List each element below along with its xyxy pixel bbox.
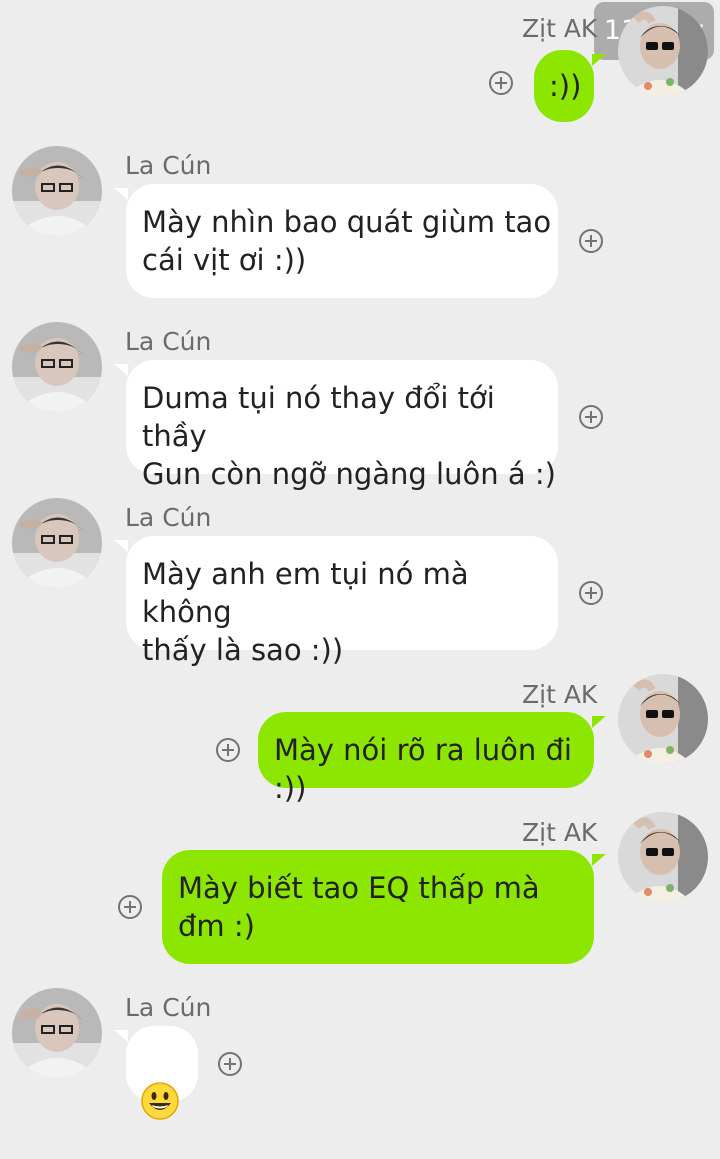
- plus-circle-icon[interactable]: [579, 229, 603, 253]
- sender-name: La Cún: [125, 503, 212, 532]
- plus-circle-icon[interactable]: [489, 71, 513, 95]
- avatar[interactable]: [12, 322, 102, 412]
- message-bubble[interactable]: Mày nói rõ ra luôn đi :)): [258, 712, 594, 805]
- sender-name: Zịt AK: [522, 680, 598, 709]
- bubble-tail: [114, 188, 128, 200]
- avatar[interactable]: [12, 146, 102, 236]
- avatar[interactable]: [12, 498, 102, 588]
- sender-name: Zịt AK: [522, 818, 598, 847]
- sender-name: La Cún: [125, 151, 212, 180]
- message-bubble[interactable]: :)): [534, 50, 594, 122]
- avatar[interactable]: [618, 812, 708, 902]
- plus-circle-icon[interactable]: [118, 895, 142, 919]
- message-bubble[interactable]: Mày anh em tụi nó mà không thấy là sao :…: [126, 536, 558, 667]
- smiley-emoji-icon: [141, 1082, 179, 1120]
- message-bubble[interactable]: Mày biết tao EQ thấp mà đm :): [162, 850, 594, 964]
- bubble-tail: [114, 1030, 128, 1042]
- sender-name: Zịt AK: [522, 14, 598, 43]
- bubble-tail: [592, 716, 606, 728]
- plus-circle-icon[interactable]: [579, 405, 603, 429]
- sender-name: La Cún: [125, 993, 212, 1022]
- bubble-tail: [592, 54, 606, 66]
- plus-circle-icon[interactable]: [579, 581, 603, 605]
- avatar[interactable]: [12, 988, 102, 1078]
- bubble-tail: [114, 540, 128, 552]
- avatar[interactable]: [618, 674, 708, 764]
- message-bubble[interactable]: Duma tụi nó thay đổi tới thầy Gun còn ng…: [126, 360, 558, 491]
- message-bubble[interactable]: [126, 1026, 198, 1120]
- message-bubble[interactable]: Mày nhìn bao quát giùm tao cái vịt ơi :)…: [126, 184, 558, 298]
- avatar[interactable]: [618, 6, 708, 96]
- plus-circle-icon[interactable]: [216, 738, 240, 762]
- sender-name: La Cún: [125, 327, 212, 356]
- bubble-tail: [114, 364, 128, 376]
- plus-circle-icon[interactable]: [218, 1052, 242, 1076]
- bubble-tail: [592, 854, 606, 866]
